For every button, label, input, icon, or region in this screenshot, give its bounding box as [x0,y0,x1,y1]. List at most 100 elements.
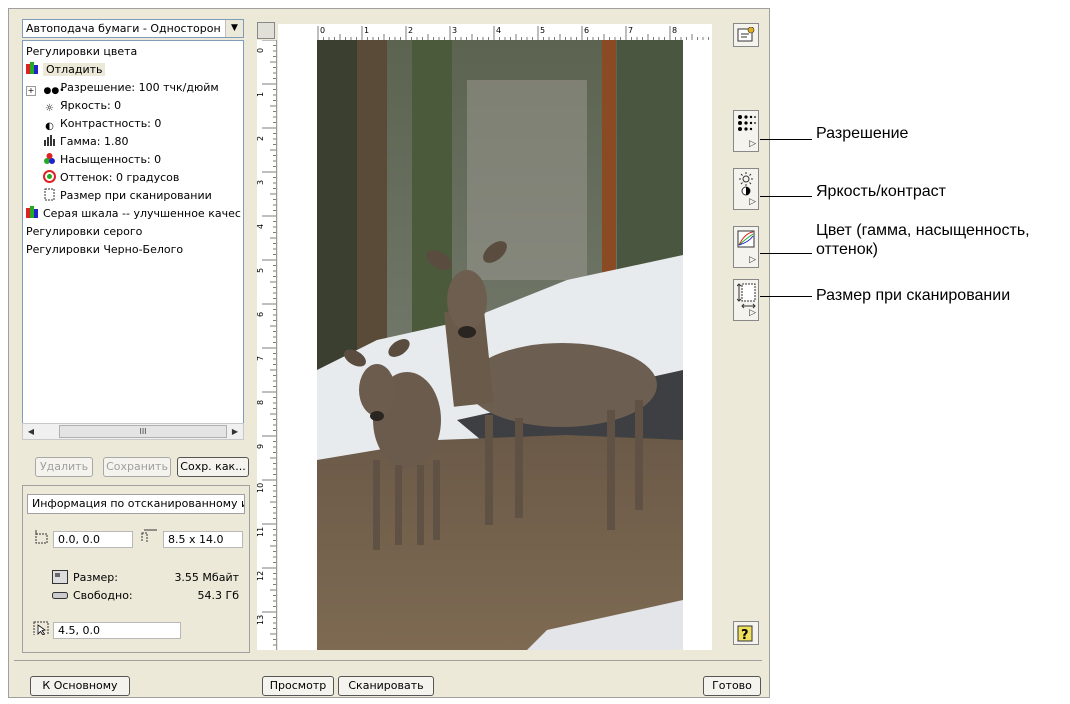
callout-line-scan-size [760,296,812,297]
expand-arrow-icon[interactable]: ▷ [749,139,756,149]
size-value: 3.55 Мбайт [174,571,239,584]
hue-icon [43,170,56,183]
free-space-label: Свободно: [73,589,133,602]
top-ruler: 0 1 2 3 4 5 6 7 8 [278,24,712,41]
help-button[interactable]: ? [733,621,759,645]
brightness-contrast-button[interactable]: ▷ [733,168,759,210]
ruler-label-left: 9 [257,444,265,449]
scan-size-button[interactable]: ▷ [733,279,759,321]
ruler-label-top: 5 [540,26,545,35]
expand-arrow-icon[interactable]: ▷ [749,255,756,265]
ruler-corner-button[interactable] [257,22,275,39]
color-profile-icon [26,62,39,75]
left-ruler: 012345678910111213 [256,39,277,650]
cursor-position-field: 4.5, 0.0 [53,622,181,639]
callout-color-line1: Цвет (гамма, насыщенность, [816,222,1030,239]
tree-item-label: Разрешение: 100 тчк/дюйм [60,81,219,94]
ruler-label-top: 1 [364,26,369,35]
tree-item-gamma[interactable]: Гамма: 1.80 [43,133,128,151]
bottom-separator [14,660,762,661]
tree-item-label: Оттенок: 0 градусов [60,171,180,184]
callout-line-resolution [760,139,812,140]
resolution-dots-icon [738,115,756,131]
callout-line-color [760,253,812,254]
ruler-label-top: 8 [672,26,677,35]
scrollbar-thumb[interactable]: III [59,425,227,438]
tree-item-bw-settings[interactable]: Регулировки Черно-Белого [26,241,183,259]
expand-arrow-icon[interactable]: ▷ [749,197,756,207]
paper-source-dropdown[interactable]: Автоподача бумаги - Односторон ▼ [22,19,244,38]
callout-brightness-contrast: Яркость/контраст [816,183,947,200]
tree-item-label: Контрастность: 0 [60,117,162,130]
tree-item-label: Серая шкала -- улучшенное качес [43,207,241,220]
tree-item-label: Регулировки серого [26,225,143,238]
scan-size-icon [43,188,56,201]
tree-item-label: Отладить [43,63,106,76]
ruler-label-left: 3 [257,180,265,185]
tree-item-debug[interactable]: Отладить [26,61,106,79]
ruler-label-left: 2 [257,136,265,141]
disk-drive-icon [52,592,68,599]
size-label: Размер: [73,571,118,584]
settings-button[interactable] [733,23,759,47]
delete-button[interactable]: Удалить [35,457,93,477]
color-button[interactable]: ▷ [733,226,759,268]
done-button[interactable]: Готово [703,676,761,696]
ruler-label-left: 8 [257,400,265,405]
tree-item-resolution[interactable]: + ●●•Разрешение: 100 тчк/дюйм [26,79,219,97]
scroll-left-arrow-icon[interactable]: ◀ [23,424,39,439]
ruler-label-left: 1 [257,92,265,97]
tree-item-label: Регулировки цвета [26,45,138,58]
ruler-label-left: 13 [257,615,265,625]
scroll-right-arrow-icon[interactable]: ▶ [227,424,243,439]
tree-item-gray-settings[interactable]: Регулировки серого [26,223,142,241]
to-basic-button[interactable]: К Основному [30,676,130,696]
save-as-button[interactable]: Сохр. как... [177,457,249,477]
ruler-label-left: 6 [257,312,265,317]
callout-color-line2: оттенок) [816,241,878,258]
free-space-value: 54.3 Гб [197,589,239,602]
ruler-label-left: 4 [257,224,265,229]
tree-item-saturation[interactable]: Насыщенность: 0 [43,151,161,169]
expand-plus-icon[interactable]: + [26,86,36,96]
scan-size-icon [737,283,756,309]
tree-item-label: Регулировки Черно-Белого [26,243,184,256]
scan-info-panel: Информация по отсканированному из 0.0, 0… [22,485,250,653]
tree-item-brightness[interactable]: ☼ Яркость: 0 [43,97,121,115]
tree-item-label: Гамма: 1.80 [60,135,129,148]
chevron-down-icon[interactable]: ▼ [225,20,243,37]
help-icon: ? [737,625,753,643]
ruler-label-left: 10 [257,483,265,493]
paper-source-value: Автоподача бумаги - Односторон [26,22,221,35]
expand-arrow-icon[interactable]: ▷ [749,308,756,318]
callout-scan-size: Размер при сканировании [816,287,1011,304]
ruler-label-top: 0 [320,26,325,35]
svg-text:?: ? [741,628,749,643]
save-button[interactable]: Сохранить [103,457,171,477]
tree-item-hue[interactable]: Оттенок: 0 градусов [43,169,179,187]
ruler-label-left: 12 [257,571,265,581]
preview-button[interactable]: Просмотр [262,676,334,696]
tree-item-scan-size[interactable]: Размер при сканировании [43,187,212,205]
origin-icon [35,530,48,544]
tree-horizontal-scrollbar[interactable]: ◀ III ▶ [22,423,244,440]
preview-image[interactable] [317,40,683,650]
brightness-contrast-icon [739,172,753,196]
tree-item-grayscale[interactable]: Серая шкала -- улучшенное качес [26,205,241,223]
page-size-icon [141,529,157,542]
origin-field: 0.0, 0.0 [53,531,133,548]
resolution-button[interactable]: ▷ [733,110,759,152]
page-size-field: 8.5 x 14.0 [163,531,243,548]
ruler-label-top: 7 [628,26,633,35]
profile-tree[interactable]: Регулировки цвета Отладить + ●●•Разрешен… [22,40,244,435]
tree-item-color-settings[interactable]: Регулировки цвета [26,43,137,61]
callout-resolution: Разрешение [816,125,909,142]
callout-line-brightness [760,196,812,197]
settings-icon [737,27,755,42]
tree-item-label: Насыщенность: 0 [60,153,162,166]
scan-button[interactable]: Сканировать [338,676,434,696]
grayscale-profile-icon [26,206,39,219]
ruler-label-left: 11 [257,527,265,537]
tree-item-contrast[interactable]: ◐ Контрастность: 0 [43,115,161,133]
ruler-label-left: 0 [257,48,265,53]
